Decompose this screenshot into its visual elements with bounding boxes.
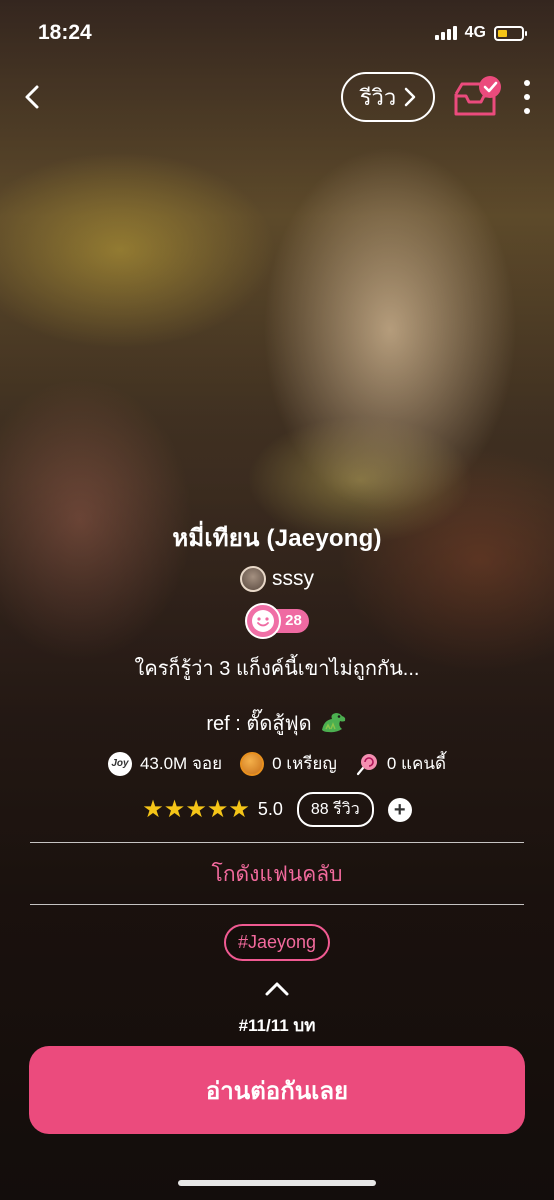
story-ref: ref : ตั๊ดสู้ฟุด — [0, 707, 554, 739]
candy-stat: 0 แคนดี้ — [355, 750, 446, 777]
joy-count: 43.0M จอย — [139, 754, 223, 773]
writer-level-badge: 28 — [245, 603, 309, 639]
joy-icon: Joy — [107, 751, 132, 776]
tag-chip[interactable]: #Jaeyong — [223, 924, 331, 961]
chevron-left-icon — [25, 85, 39, 109]
more-dot — [524, 108, 530, 114]
top-bar: รีวิว — [0, 70, 554, 124]
add-to-shelf-button[interactable] — [450, 74, 506, 122]
divider — [30, 904, 524, 905]
review-button-label: รีวิว — [359, 84, 397, 110]
add-review-button[interactable]: + — [387, 797, 412, 822]
more-options-button[interactable] — [518, 80, 536, 114]
lollipop-icon — [356, 753, 377, 775]
fanclub-link[interactable]: โกดังแฟนคลับ — [0, 858, 554, 891]
review-count-button[interactable]: 88 รีวิว — [296, 792, 374, 827]
back-button[interactable] — [22, 83, 44, 111]
dragon-emoji-icon — [321, 713, 345, 733]
rating-row: ★★★★★ 5.0 88 รีวิว + — [0, 792, 554, 827]
author-name: sssy — [272, 567, 314, 590]
status-time: 18:24 — [38, 21, 92, 44]
home-indicator — [178, 1180, 376, 1186]
candy-count: 0 แคนดี้ — [386, 754, 447, 773]
story-title: หมี่เทียน (Jaeyong) — [172, 525, 382, 552]
expand-button[interactable] — [262, 980, 292, 998]
story-ref-text: ref : ตั๊ดสู้ฟุด — [206, 713, 312, 735]
continue-reading-button[interactable]: อ่านต่อกันเลย — [29, 1046, 525, 1134]
smiley-icon — [245, 603, 282, 639]
review-button[interactable]: รีวิว — [341, 72, 435, 122]
more-dot — [524, 80, 530, 86]
more-dot — [524, 94, 530, 100]
rating-score: 5.0 — [257, 799, 283, 819]
joy-stat: Joy 43.0M จอย — [107, 750, 223, 777]
level-row: 28 — [0, 603, 554, 639]
stats-row: Joy 43.0M จอย 0 เหรียญ 0 แคนดี้ — [0, 750, 554, 777]
chevron-up-icon — [265, 982, 289, 996]
author-row[interactable]: sssy — [0, 566, 554, 592]
story-description: ใครก็รู้ว่า 3 แก็งค์นี้เขาไม่ถูกกัน... — [134, 658, 420, 680]
tag-list: #Jaeyong — [0, 924, 554, 961]
coin-count: 0 เหรียญ — [272, 754, 337, 773]
network-label: 4G — [464, 24, 486, 41]
author-avatar — [240, 566, 266, 592]
status-bar: 18:24 4G — [0, 0, 554, 66]
coin-icon — [240, 751, 265, 776]
chevron-right-icon — [405, 87, 416, 107]
coin-stat: 0 เหรียญ — [240, 750, 337, 777]
status-indicators: 4G — [434, 24, 527, 42]
divider — [30, 842, 524, 843]
star-rating-icons: ★★★★★ — [142, 796, 250, 823]
battery-icon — [494, 25, 527, 41]
signal-icon — [434, 26, 457, 40]
episode-count: #11/11 บท — [238, 1016, 316, 1035]
inbox-check-icon — [454, 76, 501, 116]
